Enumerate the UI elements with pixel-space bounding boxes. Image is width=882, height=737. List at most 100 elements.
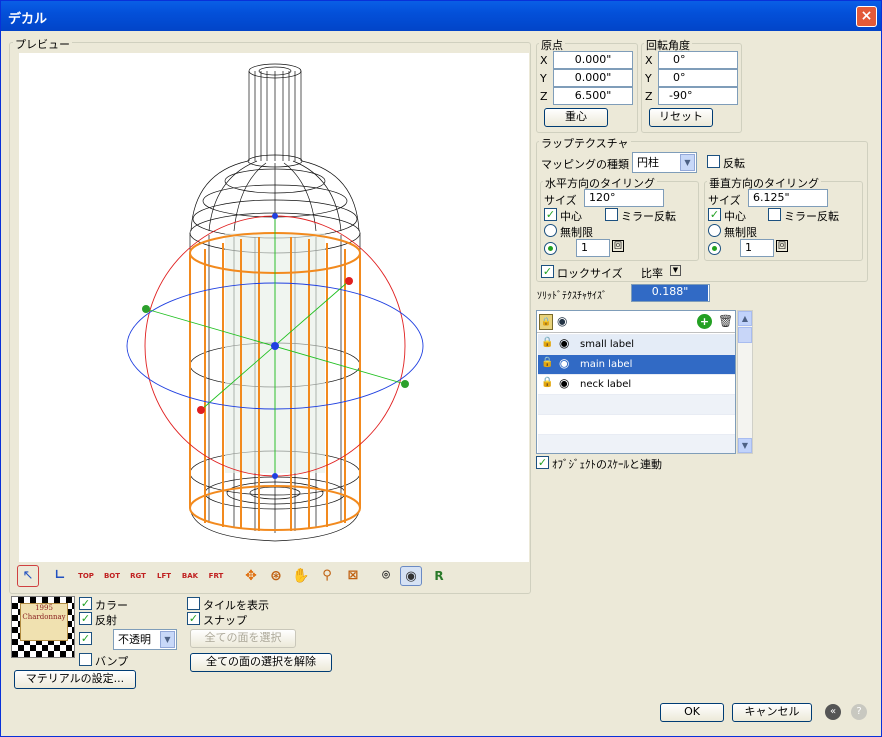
lock-icon[interactable]: 🔒 (541, 377, 553, 388)
h-mirror-checkbox[interactable] (605, 208, 618, 221)
rotate-icon[interactable]: ✥ (241, 566, 261, 586)
select-all-faces-button[interactable]: 全ての面を選択 (190, 629, 296, 648)
v-center-checkbox[interactable]: ✓ (708, 208, 721, 221)
collapse-icon[interactable]: « (825, 704, 841, 720)
color-checkbox[interactable]: ✓ (79, 597, 92, 610)
show-tiles-checkbox[interactable] (187, 597, 200, 610)
rotation-y-input[interactable]: 0° (658, 69, 738, 87)
origin-y-input[interactable]: 0.000" (553, 69, 633, 87)
pan-hand-icon[interactable]: ✋ (291, 566, 311, 586)
lock-icon[interactable]: 🔒 (541, 357, 553, 368)
view-bottom-button[interactable]: BOT (102, 566, 122, 586)
preview-viewport[interactable] (19, 53, 529, 562)
h-count-radio[interactable] (544, 242, 557, 255)
cancel-button[interactable]: キャンセル (732, 703, 812, 722)
opacity-select[interactable]: 不透明 ▼ (113, 629, 177, 650)
center-of-mass-button[interactable]: 重心 (544, 108, 608, 127)
bump-label: バンプ (95, 655, 129, 668)
thumb-year: 1995 (35, 604, 53, 612)
v-unlimited-radio[interactable] (708, 224, 721, 237)
h-count-unit: 回 (612, 240, 624, 252)
link-object-scale-label: ｵﾌﾞｼﾞｪｸﾄのｽｹｰﾙと連動 (552, 458, 662, 471)
axis-view-icon[interactable]: ∟ (50, 566, 70, 586)
lock-icon[interactable]: 🔒 (541, 337, 553, 348)
lock-size-checkbox[interactable]: ✓ (541, 265, 554, 278)
list-item[interactable]: 🔒 ◉ neck label (538, 374, 735, 394)
flip-checkbox[interactable] (707, 155, 720, 168)
rotation-y-value: 0° (673, 71, 686, 84)
list-item[interactable]: 🔒 ◉ small label (538, 334, 735, 354)
v-count-input[interactable]: 1 (740, 239, 774, 257)
list-item[interactable]: 🔒 ◉ main label (538, 354, 735, 374)
ratio-dropdown-icon[interactable]: ▼ (670, 265, 681, 276)
v-size-label: サイズ (708, 194, 741, 207)
h-center-checkbox[interactable]: ✓ (544, 208, 557, 221)
thumb-name: Chardonnay (22, 613, 66, 621)
wine-label-image: 1995 Chardonnay (20, 603, 68, 641)
shaded-icon[interactable]: ◉ (400, 566, 422, 586)
fit-icon[interactable]: ⊠ (343, 566, 363, 586)
reset-rotation-button[interactable]: リセット (649, 108, 713, 127)
close-button[interactable]: × (856, 6, 877, 27)
rotation-z-input[interactable]: -90° (658, 87, 738, 105)
h-count-input[interactable]: 1 (576, 239, 610, 257)
decal-list[interactable]: 🔒 ◉ + 🗑 🔒 ◉ small label 🔒 ◉ main label 🔒… (536, 310, 736, 454)
render-icon[interactable]: R (429, 566, 449, 586)
view-front-button[interactable]: FRT (206, 566, 226, 586)
list-item-empty (538, 414, 735, 434)
deselect-all-faces-button[interactable]: 全ての面の選択を解除 (190, 653, 332, 672)
mapping-type-select[interactable]: 円柱 ▼ (632, 152, 697, 173)
wireframe-icon[interactable]: ⌾ (376, 566, 396, 586)
solid-texture-size-value: 0.188" (632, 285, 708, 301)
eye-icon[interactable]: ◉ (559, 336, 569, 350)
add-decal-icon[interactable]: + (697, 314, 712, 329)
h-size-input[interactable]: 120° (584, 189, 664, 207)
rotation-x-input[interactable]: 0° (658, 51, 738, 69)
eye-icon[interactable]: ◉ (559, 356, 569, 370)
view-top-button[interactable]: TOP (76, 566, 96, 586)
trash-icon[interactable]: 🗑 (718, 314, 733, 328)
mapping-type-value: 円柱 (637, 156, 659, 169)
link-object-scale-checkbox[interactable]: ✓ (536, 456, 549, 469)
help-icon[interactable]: ? (851, 704, 867, 720)
mapping-type-label: マッピングの種類 (541, 158, 629, 171)
select-tool-icon[interactable]: ↖ (17, 565, 39, 587)
orbit-icon[interactable]: ⊛ (266, 566, 286, 586)
flip-label: 反転 (723, 157, 745, 170)
wrap-texture-label: ラップテクスチャ (539, 135, 631, 151)
origin-x-input[interactable]: 0.000" (553, 51, 633, 69)
material-settings-button[interactable]: マテリアルの設定... (14, 670, 136, 689)
v-size-input[interactable]: 6.125" (748, 189, 828, 207)
lock-size-label: ロックサイズ (557, 267, 623, 280)
solid-texture-size-input[interactable]: 0.188" (631, 284, 710, 302)
scroll-down-icon[interactable]: ▼ (738, 438, 752, 453)
snap-checkbox[interactable]: ✓ (187, 612, 200, 625)
ok-button[interactable]: OK (660, 703, 724, 722)
bump-checkbox[interactable] (79, 653, 92, 666)
rotation-x-label: X (645, 54, 653, 67)
v-count-radio[interactable] (708, 242, 721, 255)
origin-z-input[interactable]: 6.500" (553, 87, 633, 105)
eye-column-icon: ◉ (557, 314, 568, 328)
title-bar: デカル × (1, 1, 881, 31)
bottle-wireframe (126, 63, 424, 542)
scroll-up-icon[interactable]: ▲ (738, 311, 752, 326)
h-unlimited-radio[interactable] (544, 224, 557, 237)
material-thumbnail: 1995 Chardonnay (11, 596, 75, 658)
reflect-checkbox[interactable]: ✓ (79, 612, 92, 625)
view-right-button[interactable]: RGT (128, 566, 148, 586)
decal-list-scrollbar[interactable]: ▲ ▼ (737, 310, 753, 454)
eye-icon[interactable]: ◉ (559, 376, 569, 390)
h-size-label: サイズ (544, 194, 577, 207)
zoom-icon[interactable]: ⚲ (317, 566, 337, 586)
scroll-thumb[interactable] (738, 327, 752, 343)
decal-name: main label (580, 359, 633, 370)
v-mirror-checkbox[interactable] (768, 208, 781, 221)
view-left-button[interactable]: LFT (154, 566, 174, 586)
rotation-z-value: -90° (669, 89, 693, 102)
view-back-button[interactable]: BAK (180, 566, 200, 586)
window-title: デカル (8, 12, 48, 27)
h-unlimited-label: 無制限 (560, 226, 593, 239)
opacity-checkbox[interactable]: ✓ (79, 632, 92, 645)
decal-name: neck label (580, 379, 632, 390)
